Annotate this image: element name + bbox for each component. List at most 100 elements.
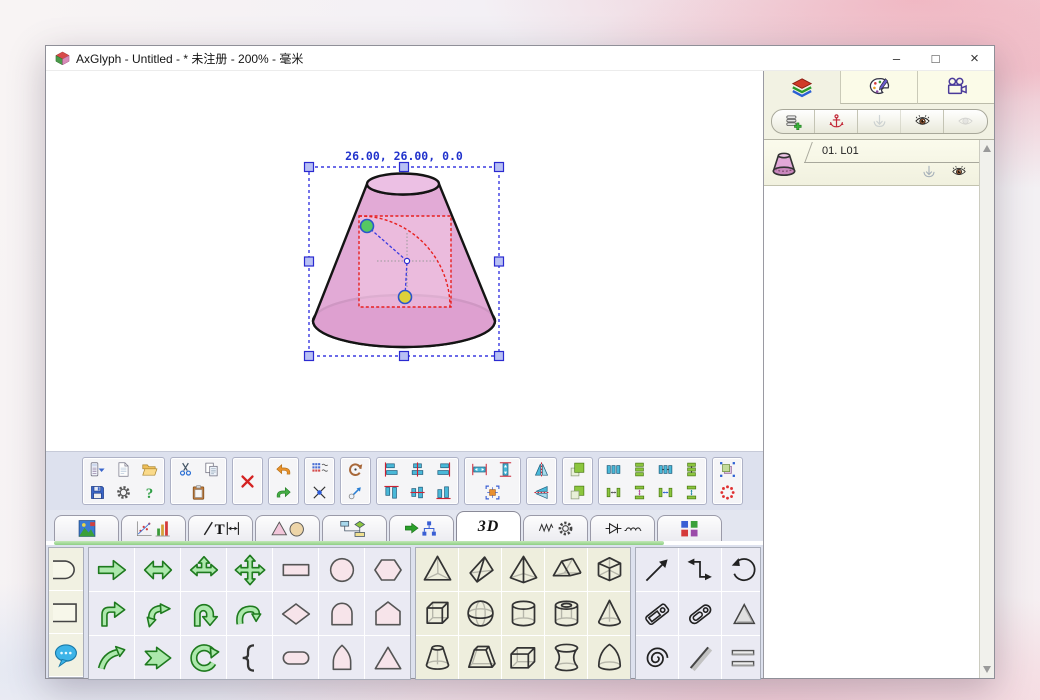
align-bottom-button[interactable] xyxy=(431,481,456,503)
layer-scrollbar[interactable] xyxy=(979,140,994,678)
center-point[interactable] xyxy=(404,258,409,263)
drawing-canvas[interactable]: 26.00, 26.00, 0.0 xyxy=(46,71,763,451)
help-button[interactable]: ? xyxy=(137,481,162,503)
eye-off-button[interactable] xyxy=(944,110,987,133)
flip-vertical-button[interactable] xyxy=(529,481,554,503)
quick-shape-speech-bubble[interactable] xyxy=(49,634,83,677)
close-button[interactable]: × xyxy=(955,46,994,70)
cut-button[interactable] xyxy=(173,459,198,481)
distribute-h-button[interactable] xyxy=(601,459,626,481)
shape-arrow-three-way[interactable] xyxy=(181,548,226,591)
shape-arrow-four-way[interactable] xyxy=(227,548,272,591)
shape-misc-spiral[interactable] xyxy=(636,636,678,679)
layer-merge-button[interactable] xyxy=(921,164,937,185)
minimize-button[interactable]: – xyxy=(877,46,916,70)
space-v-equal-button[interactable] xyxy=(679,481,704,503)
shape-hexagon[interactable] xyxy=(365,548,410,591)
flip-horizontal-button[interactable] xyxy=(529,459,554,481)
shape-stadium[interactable] xyxy=(273,636,318,679)
anchor-button[interactable] xyxy=(815,110,858,133)
redo-button[interactable] xyxy=(271,481,296,503)
group-button[interactable] xyxy=(715,459,740,481)
shape-arrow-bent[interactable] xyxy=(89,592,134,635)
shape3d-cube[interactable] xyxy=(416,592,458,635)
panel-tab-appearance[interactable] xyxy=(840,71,917,104)
shape3d-tetrahedron[interactable] xyxy=(416,548,458,591)
tab-blocks[interactable] xyxy=(657,515,722,541)
tab-images[interactable] xyxy=(54,515,119,541)
eye-button[interactable] xyxy=(901,110,944,133)
merge-down-button[interactable] xyxy=(858,110,901,133)
shape-arrow-notched[interactable] xyxy=(135,636,180,679)
shape-misc-bars-3d[interactable] xyxy=(722,636,761,679)
shape3d-prism-horizontal[interactable] xyxy=(545,548,587,591)
send-back-button[interactable] xyxy=(565,481,590,503)
shape3d-cylinder[interactable] xyxy=(502,592,544,635)
open-folder-button[interactable] xyxy=(137,459,162,481)
tab-circuits[interactable] xyxy=(590,515,655,541)
shape-misc-arrow-diagonal[interactable] xyxy=(636,548,678,591)
tab-charts[interactable] xyxy=(121,515,186,541)
shape3d-frustum[interactable] xyxy=(416,636,458,679)
shape-arrow-s-curve[interactable] xyxy=(135,592,180,635)
shape3d-tube[interactable] xyxy=(545,592,587,635)
ungroup-button[interactable] xyxy=(715,481,740,503)
align-center-button[interactable] xyxy=(405,459,430,481)
panel-tab-animation[interactable] xyxy=(917,71,994,104)
shape3d-cuboid[interactable] xyxy=(502,636,544,679)
distribute-v-gap-button[interactable] xyxy=(679,459,704,481)
distribute-h-gap-button[interactable] xyxy=(653,459,678,481)
add-layer-button[interactable] xyxy=(772,110,815,133)
scroll-down-icon[interactable] xyxy=(983,666,991,673)
maximize-button[interactable]: □ xyxy=(916,46,955,70)
center-page-button[interactable] xyxy=(480,481,505,503)
shape-pointed-arch[interactable] xyxy=(319,636,364,679)
layer-visibility-button[interactable] xyxy=(951,164,967,185)
same-width-button[interactable] xyxy=(467,459,492,481)
array-copy-button[interactable] xyxy=(307,459,332,481)
shape-brace-left[interactable] xyxy=(227,636,272,679)
orbit-button[interactable] xyxy=(343,481,368,503)
space-h-equal-button[interactable] xyxy=(653,481,678,503)
shape-arrow-right[interactable] xyxy=(89,548,134,591)
shape3d-frustum-pyramid[interactable] xyxy=(459,636,501,679)
same-height-button[interactable] xyxy=(493,459,518,481)
scroll-up-icon[interactable] xyxy=(983,145,991,152)
shape-misc-arrow-arc[interactable] xyxy=(722,548,761,591)
depth-handle-yellow[interactable] xyxy=(399,291,412,304)
quick-shape-frame-rect[interactable] xyxy=(49,591,83,634)
settings-button[interactable] xyxy=(111,481,136,503)
panel-tab-layers[interactable] xyxy=(764,71,840,104)
new-file-button[interactable] xyxy=(111,459,136,481)
quick-shape-half-stadium[interactable] xyxy=(49,548,83,591)
shape-arrow-circular[interactable] xyxy=(181,636,226,679)
node-edit-button[interactable] xyxy=(307,481,332,503)
shape3d-pyramid[interactable] xyxy=(502,548,544,591)
shape-circle[interactable] xyxy=(319,548,364,591)
shape-misc-line-3d[interactable] xyxy=(679,636,721,679)
bring-front-button[interactable] xyxy=(565,459,590,481)
align-right-button[interactable] xyxy=(431,459,456,481)
save-button[interactable] xyxy=(85,481,110,503)
app-menu-button[interactable] xyxy=(85,459,110,481)
shape-arrow-curved[interactable] xyxy=(89,636,134,679)
align-top-button[interactable] xyxy=(379,481,404,503)
shape3d-prism-vertical[interactable] xyxy=(588,548,630,591)
shape-rect[interactable] xyxy=(273,548,318,591)
shape-misc-pin-rounded[interactable] xyxy=(679,592,721,635)
shape-arch[interactable] xyxy=(319,592,364,635)
tab-basic-shapes[interactable] xyxy=(255,515,320,541)
space-v-button[interactable] xyxy=(627,481,652,503)
shape-arrow-left-right[interactable] xyxy=(135,548,180,591)
shape-diamond[interactable] xyxy=(273,592,318,635)
distribute-v-button[interactable] xyxy=(627,459,652,481)
align-middle-button[interactable] xyxy=(405,481,430,503)
shape-triangle[interactable] xyxy=(365,636,410,679)
space-h-button[interactable] xyxy=(601,481,626,503)
shape-pentagon-house[interactable] xyxy=(365,592,410,635)
copy-button[interactable] xyxy=(199,459,224,481)
shape-misc-triangle-3d[interactable] xyxy=(722,592,761,635)
tab-mechanics[interactable] xyxy=(523,515,588,541)
tab-threed[interactable]: 3D xyxy=(456,511,521,541)
canvas-drawing[interactable]: 26.00, 26.00, 0.0 xyxy=(299,144,519,379)
